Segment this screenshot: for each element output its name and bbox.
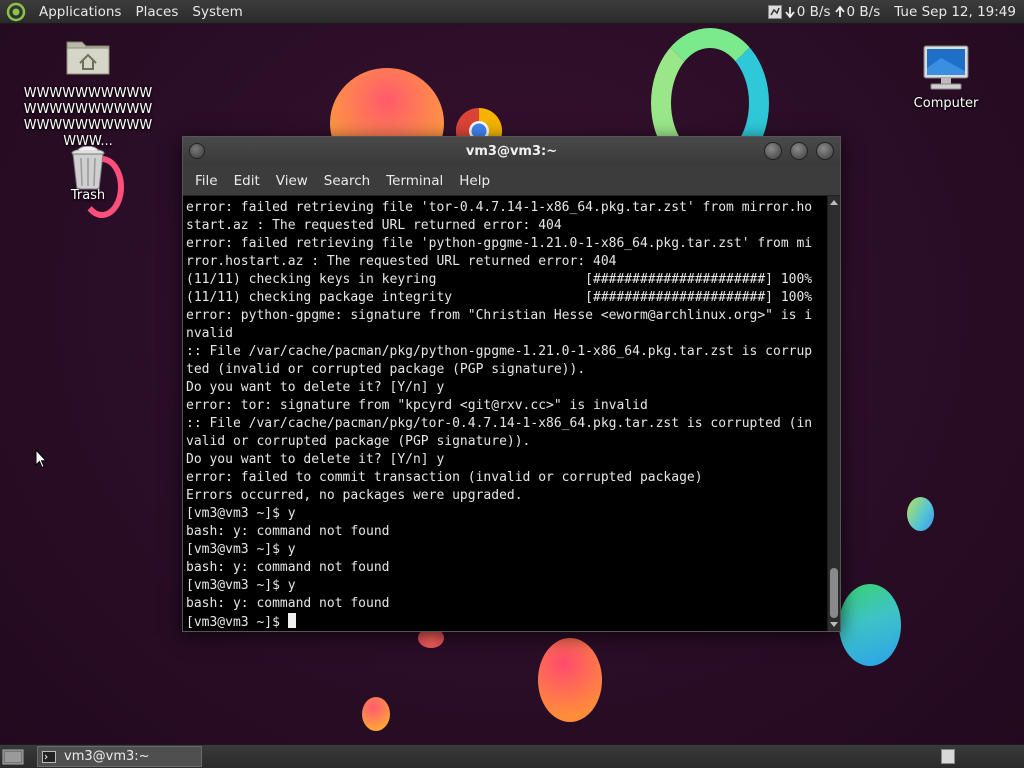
terminal-title: vm3@vm3:~ bbox=[465, 144, 558, 159]
arrow-down-icon bbox=[785, 6, 795, 18]
desktop-trash[interactable]: Trash bbox=[58, 145, 118, 203]
workspace-switcher[interactable] bbox=[941, 749, 955, 764]
top-panel: Applications Places System 0 B/s 0 B/s T… bbox=[0, 0, 1024, 24]
terminal-line: valid or corrupted package (PGP signatur… bbox=[186, 434, 531, 449]
show-desktop-icon[interactable] bbox=[2, 748, 24, 766]
terminal-text: error: failed retrieving file 'tor-0.4.7… bbox=[183, 196, 828, 631]
menu-places[interactable]: Places bbox=[128, 0, 185, 24]
terminal-line: nvalid bbox=[186, 326, 233, 341]
terminal-output[interactable]: error: failed retrieving file 'tor-0.4.7… bbox=[183, 196, 828, 631]
desktop-home-folder[interactable]: WWWWWWWWWWWWWWWWWWWWWWWWWWWWWWWWW... bbox=[18, 36, 158, 150]
terminal-line: error: failed to commit transaction (inv… bbox=[186, 470, 703, 485]
terminal-line: bash: y: command not found bbox=[186, 596, 390, 611]
window-controls bbox=[764, 142, 834, 160]
wallpaper-bubble bbox=[839, 584, 901, 666]
terminal-line: [vm3@vm3 ~]$ y bbox=[186, 578, 296, 593]
terminal-prompt: [vm3@vm3 ~]$ bbox=[186, 615, 288, 630]
menu-terminal[interactable]: Terminal bbox=[378, 166, 451, 196]
terminal-line: ted (invalid or corrupted package (PGP s… bbox=[186, 362, 586, 377]
mouse-pointer-icon bbox=[35, 449, 47, 469]
panel-tray: 0 B/s 0 B/s Tue Sep 12, 19:49 bbox=[767, 0, 1024, 24]
scroll-down-arrow-icon[interactable] bbox=[830, 622, 838, 627]
terminal-line: error: python-gpgme: signature from "Chr… bbox=[186, 308, 813, 323]
maximize-button[interactable] bbox=[790, 142, 808, 160]
terminal-app-icon bbox=[42, 750, 56, 763]
menu-file[interactable]: File bbox=[187, 166, 226, 196]
menu-system[interactable]: System bbox=[185, 0, 249, 24]
terminal-menubar: File Edit View Search Terminal Help bbox=[183, 166, 840, 196]
scroll-up-arrow-icon[interactable] bbox=[830, 200, 838, 205]
terminal-line: error: failed retrieving file 'python-gp… bbox=[186, 236, 813, 251]
window-menu-button[interactable] bbox=[189, 143, 205, 159]
trash-label: Trash bbox=[70, 188, 106, 203]
net-speed-up[interactable]: 0 B/s bbox=[834, 3, 881, 20]
terminal-line: bash: y: command not found bbox=[186, 560, 390, 575]
menu-search[interactable]: Search bbox=[316, 166, 378, 196]
trash-icon bbox=[71, 145, 105, 190]
desktop-computer[interactable]: Computer bbox=[906, 44, 986, 111]
home-folder-icon bbox=[66, 41, 110, 75]
terminal-line: error: failed retrieving file 'tor-0.4.7… bbox=[186, 200, 813, 215]
terminal-line: [vm3@vm3 ~]$ y bbox=[186, 506, 296, 521]
terminal-prompt-line[interactable]: [vm3@vm3 ~]$ bbox=[186, 613, 828, 631]
terminal-line: (11/11) checking keys in keyring [######… bbox=[186, 272, 813, 287]
wallpaper-bubble bbox=[538, 638, 602, 722]
terminal-line: :: File /var/cache/pacman/pkg/python-gpg… bbox=[186, 344, 813, 359]
menu-view[interactable]: View bbox=[268, 166, 316, 196]
terminal-titlebar[interactable]: vm3@vm3:~ bbox=[183, 137, 840, 166]
menu-edit[interactable]: Edit bbox=[226, 166, 268, 196]
bottom-panel: vm3@vm3:~ bbox=[0, 744, 1024, 768]
mate-logo-icon[interactable] bbox=[6, 2, 26, 22]
clock[interactable]: Tue Sep 12, 19:49 bbox=[884, 4, 1024, 20]
net-up-value: 0 B/s bbox=[846, 3, 881, 20]
terminal-line: error: tor: signature from "kpcyrd <git@… bbox=[186, 398, 648, 413]
terminal-line: Errors occurred, no packages were upgrad… bbox=[186, 488, 523, 503]
terminal-line: :: File /var/cache/pacman/pkg/tor-0.4.7.… bbox=[186, 416, 813, 431]
menu-help[interactable]: Help bbox=[451, 166, 498, 196]
terminal-line: start.az : The requested URL returned er… bbox=[186, 218, 562, 233]
taskbar-terminal-button[interactable]: vm3@vm3:~ bbox=[37, 746, 202, 767]
arrow-up-icon bbox=[834, 5, 845, 17]
terminal-line: Do you want to delete it? [Y/n] y bbox=[186, 380, 445, 395]
terminal-scrollbar[interactable] bbox=[827, 196, 840, 631]
terminal-window[interactable]: vm3@vm3:~ File Edit View Search Terminal… bbox=[182, 136, 841, 632]
net-speed-down[interactable]: 0 B/s bbox=[785, 4, 831, 20]
taskbar-terminal-label: vm3@vm3:~ bbox=[64, 749, 150, 764]
minimize-button[interactable] bbox=[764, 142, 782, 160]
close-button[interactable] bbox=[816, 142, 834, 160]
terminal-line: bash: y: command not found bbox=[186, 524, 390, 539]
menu-applications[interactable]: Applications bbox=[32, 0, 128, 24]
computer-icon bbox=[923, 45, 969, 90]
computer-label: Computer bbox=[913, 96, 979, 111]
network-monitor-icon[interactable] bbox=[767, 4, 782, 19]
terminal-line: [vm3@vm3 ~]$ y bbox=[186, 542, 296, 557]
terminal-line: (11/11) checking package integrity [####… bbox=[186, 290, 813, 305]
terminal-cursor bbox=[287, 613, 296, 628]
wallpaper-bubble bbox=[907, 497, 934, 531]
terminal-line: Do you want to delete it? [Y/n] y bbox=[186, 452, 445, 467]
scroll-thumb[interactable] bbox=[830, 568, 838, 618]
terminal-line: rror.hostart.az : The requested URL retu… bbox=[186, 254, 617, 269]
net-down-value: 0 B/s bbox=[796, 3, 831, 20]
home-folder-label: WWWWWWWWWWWWWWWWWWWWWWWWWWWWWWWWW... bbox=[23, 86, 153, 149]
wallpaper-bubble bbox=[362, 697, 390, 731]
